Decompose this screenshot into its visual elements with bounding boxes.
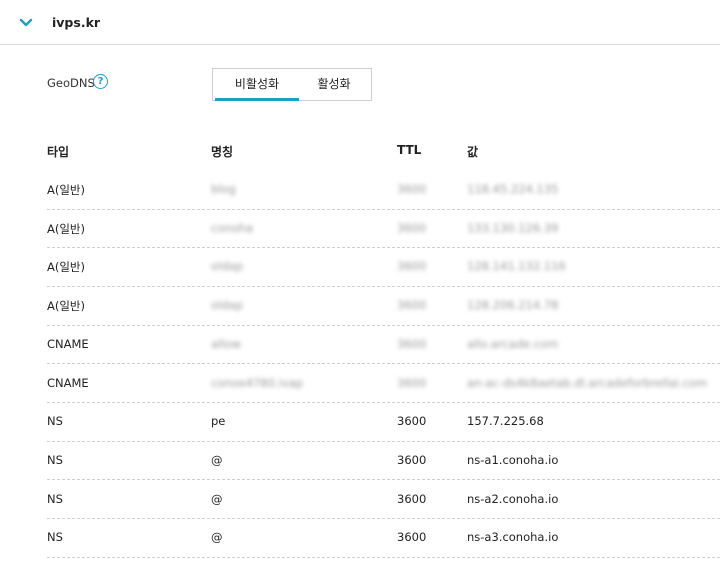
table-row[interactable]: CNAME conoe4780.ivap 3600 an-ac-ds4k8aetab.… xyxy=(47,364,720,403)
record-name: oldap xyxy=(211,259,243,274)
record-ttl: 3600 xyxy=(397,220,427,235)
record-type: A(일반) xyxy=(47,260,85,275)
record-ttl: 3600 xyxy=(397,375,427,390)
domain-header[interactable]: ivps.kr xyxy=(0,0,720,45)
record-ttl: 3600 xyxy=(397,414,427,429)
table-row[interactable]: NS @3600 ns-a3.conoha.io xyxy=(47,518,720,558)
record-name: @ xyxy=(211,530,223,545)
record-value: 128.206.214.78 xyxy=(467,298,559,313)
table-row[interactable]: A(일반) oldap 3600 128.141.132.116 xyxy=(47,247,720,287)
table-row[interactable]: A(일반) blog 3600 118.45.224.135 xyxy=(47,170,720,210)
record-value: 128.141.132.116 xyxy=(467,259,566,274)
record-ttl: 3600 xyxy=(397,298,427,313)
record-value: 133.130.126.39 xyxy=(467,220,559,235)
record-ttl: 3600 xyxy=(397,491,427,506)
record-name: @ xyxy=(211,452,223,467)
record-name: blog xyxy=(211,182,236,196)
column-header-value: 값 xyxy=(467,145,479,159)
record-value: 118.45.224.135 xyxy=(467,182,559,196)
column-header-type: 타입 xyxy=(47,145,70,159)
table-row[interactable]: A(일반) oldap 3600 128.206.214.78 xyxy=(47,286,720,326)
record-name: conoha xyxy=(211,220,254,235)
column-header-name: 명칭 xyxy=(211,145,234,159)
record-ttl: 3600 xyxy=(397,530,427,545)
record-value: ns-a2.conoha.io xyxy=(467,491,559,506)
help-icon[interactable]: ? xyxy=(93,74,108,89)
record-ttl: 3600 xyxy=(397,452,427,467)
record-type: NS xyxy=(47,491,63,506)
record-value: ns-a1.conoha.io xyxy=(467,452,559,467)
geodns-label: GeoDNS xyxy=(47,76,95,90)
column-header-ttl: TTL xyxy=(397,143,422,157)
record-name: allow xyxy=(211,336,241,351)
domain-name: ivps.kr xyxy=(52,15,101,30)
table-row[interactable]: NS @3600 ns-a1.conoha.io xyxy=(47,441,720,481)
record-type: CNAME xyxy=(47,375,89,390)
record-ttl: 3600 xyxy=(397,182,427,196)
record-type: NS xyxy=(47,452,63,467)
chevron-down-icon[interactable] xyxy=(19,18,33,28)
record-type: CNAME xyxy=(47,336,89,351)
record-type: A(일반) xyxy=(47,183,85,197)
record-value: 157.7.225.68 xyxy=(467,414,544,429)
record-value: allo.arcade.com xyxy=(467,336,559,351)
record-ttl: 3600 xyxy=(397,336,427,351)
geodns-enable-option[interactable]: 활성화 xyxy=(297,69,371,100)
record-name: pe xyxy=(211,414,226,429)
table-row[interactable]: NS @3600 ns-a2.conoha.io xyxy=(47,480,720,520)
record-type: A(일반) xyxy=(47,221,85,236)
table-row[interactable]: NS pe 3600 157.7.225.68 xyxy=(47,402,720,442)
record-name: conoe4780.ivap xyxy=(211,375,304,390)
record-type: NS xyxy=(47,414,63,429)
record-type: A(일반) xyxy=(47,299,85,314)
table-row[interactable]: A(일반) conoha 3600 133.130.126.39 xyxy=(47,209,720,249)
table-row[interactable]: CNAME allow 3600 allo.arcade.com xyxy=(47,325,720,365)
record-value: an-ac-ds4k8aetab.dl.arcadeforbrellai.com xyxy=(467,375,708,390)
record-type: NS xyxy=(47,530,63,545)
geodns-toggle[interactable]: 비활성화 활성화 xyxy=(212,68,372,101)
geodns-disable-option[interactable]: 비활성화 xyxy=(215,69,299,101)
record-value: ns-a3.conoha.io xyxy=(467,530,559,545)
record-ttl: 3600 xyxy=(397,259,427,274)
record-name: @ xyxy=(211,491,223,506)
record-name: oldap xyxy=(211,298,243,313)
